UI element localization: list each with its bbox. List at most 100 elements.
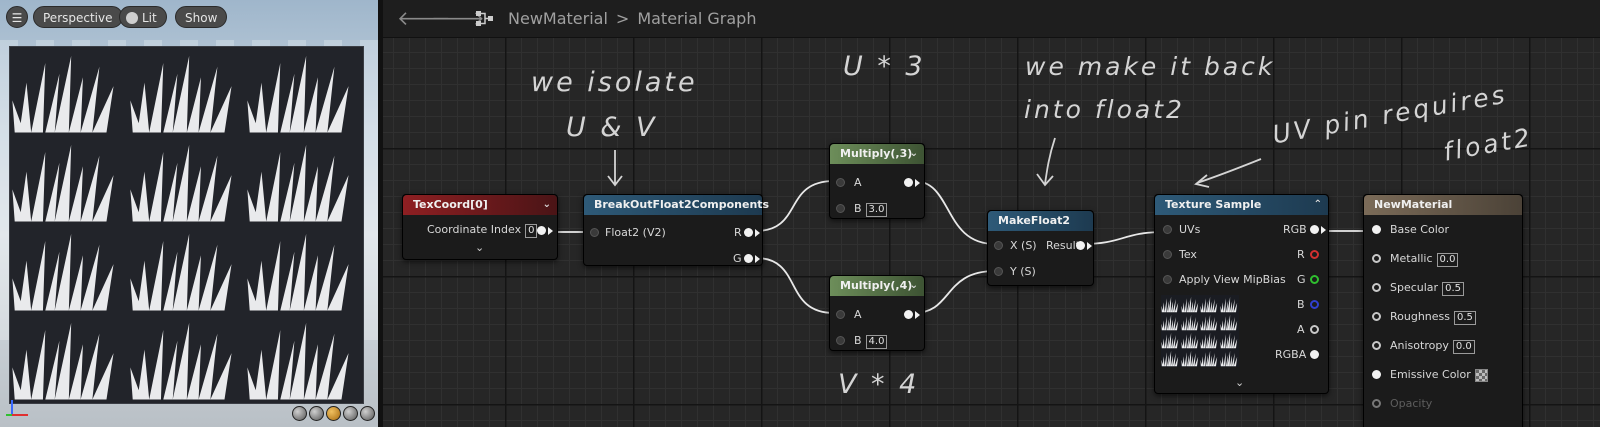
multiply-3-b-value[interactable]: 3.0 — [865, 203, 888, 217]
g-output-pin[interactable] — [1310, 275, 1319, 284]
multiply-4-b-value[interactable]: 4.0 — [865, 335, 888, 349]
texcoord-output-pin[interactable] — [537, 226, 546, 235]
chevron-up-icon[interactable]: ⌃ — [1314, 195, 1322, 215]
base-color-pin[interactable] — [1372, 225, 1381, 234]
wire-makefloat-uvs — [1082, 231, 1165, 245]
r-output-pin[interactable] — [1310, 250, 1319, 259]
b-output-pin[interactable] — [1310, 300, 1319, 309]
multiply-4-output-pin[interactable] — [904, 310, 913, 319]
g-output-pin[interactable] — [744, 254, 753, 263]
thumbnail-tile — [1200, 313, 1220, 331]
base-color-label: Base Color — [1390, 223, 1450, 236]
r-output-pin[interactable] — [744, 228, 753, 237]
chevron-down-icon[interactable]: ⌄ — [910, 276, 918, 296]
multiply-3-node[interactable]: Multiply(,3) ⌄ A B 3.0 — [829, 143, 925, 219]
texcoord-node-title: TexCoord[0] — [413, 198, 488, 211]
collapse-chevron-icon[interactable]: ⌄ — [1235, 376, 1244, 389]
multiply-3-a-pin[interactable] — [836, 178, 845, 187]
specular-pin[interactable] — [1372, 283, 1381, 292]
multiply-3-node-header[interactable]: Multiply(,3) ⌄ — [830, 144, 924, 164]
thumbnail-tile — [1180, 331, 1201, 349]
texcoord-node-header[interactable]: TexCoord[0] ⌄ — [403, 195, 557, 215]
texcoord-node[interactable]: TexCoord[0] ⌄ Coordinate Index 0 ⌄ — [402, 194, 558, 260]
uvs-input-pin[interactable] — [1163, 225, 1172, 234]
emissive-color-swatch[interactable] — [1474, 368, 1488, 382]
thumbnail-tile — [1200, 331, 1220, 349]
makefloat2-node-header[interactable]: MakeFloat2 — [988, 211, 1093, 231]
rgb-output-pin[interactable] — [1310, 225, 1319, 234]
multiply-3-b-pin[interactable] — [836, 204, 845, 213]
wire-mul3-makefloat-x — [913, 180, 996, 245]
a-output-pin[interactable] — [1310, 325, 1319, 334]
thumbnail-tile — [1180, 349, 1201, 367]
mip-bias-label: Apply View MipBias — [1179, 273, 1286, 286]
makefloat2-node[interactable]: MakeFloat2 X (S) Result Y (S) — [987, 210, 1094, 286]
chevron-down-icon[interactable]: ⌄ — [910, 144, 918, 164]
tex-input-pin[interactable] — [1163, 250, 1172, 259]
sphere-mesh-icon[interactable] — [309, 406, 324, 421]
wire-mul4-makefloat-y — [913, 270, 996, 314]
material-graph-canvas[interactable]: 🡐 🡒 NewMaterial > Material Graph we isolat… — [378, 0, 1600, 427]
metallic-value[interactable]: 0.0 — [1436, 253, 1459, 267]
anisotropy-pin[interactable] — [1372, 341, 1381, 350]
thumbnail-tile — [1200, 295, 1220, 313]
specular-value[interactable]: 0.5 — [1442, 282, 1464, 296]
annotation-isolate-line2: U & V — [566, 112, 658, 143]
thumbnail-tile — [1161, 349, 1181, 367]
grass-tile — [10, 314, 128, 403]
coordinate-index-value[interactable]: 0 — [525, 224, 538, 238]
chevron-down-icon[interactable]: ⌄ — [543, 195, 551, 215]
multiply-3-output-pin[interactable] — [904, 178, 913, 187]
makefloat2-node-title: MakeFloat2 — [998, 214, 1071, 227]
annotation-uv-pin-line2: float2 — [1441, 122, 1535, 167]
result-output-pin[interactable] — [1076, 241, 1085, 250]
lit-icon — [126, 12, 138, 24]
texture-thumbnail[interactable] — [1161, 295, 1239, 367]
teapot-mesh-icon[interactable] — [360, 406, 375, 421]
thumbnail-tile — [1200, 349, 1220, 367]
multiply-4-node-header[interactable]: Multiply(,4) ⌄ — [830, 276, 924, 296]
viewport-menu-button[interactable]: ☰ — [6, 6, 28, 28]
thumbnail-tile — [1161, 331, 1181, 349]
specular-row: Specular 0.5 — [1390, 281, 1464, 296]
anisotropy-value[interactable]: 0.0 — [1452, 340, 1475, 354]
y-input-pin[interactable] — [994, 267, 1003, 276]
rgba-output-pin[interactable] — [1310, 350, 1319, 359]
cube-mesh-icon[interactable] — [343, 406, 358, 421]
pin-arrow-icon — [548, 227, 553, 235]
metallic-row: Metallic 0.0 — [1390, 252, 1459, 267]
texture-sample-node[interactable]: Texture Sample ⌃ UVs Tex Apply View MipB… — [1154, 194, 1329, 394]
texture-sample-node-header[interactable]: Texture Sample ⌃ — [1155, 195, 1328, 215]
preview-viewport[interactable]: ☰ Perspective Lit Show — [0, 0, 383, 427]
preview-plane — [9, 46, 364, 404]
expand-chevron-icon[interactable]: ⌄ — [475, 241, 484, 254]
grass-tile — [128, 225, 246, 314]
metallic-pin[interactable] — [1372, 254, 1381, 263]
grass-tile — [128, 314, 246, 403]
perspective-button[interactable]: Perspective — [33, 6, 123, 28]
breakout-float2-node[interactable]: BreakOutFloat2Components Float2 (V2) R G — [583, 194, 769, 266]
multiply-4-node[interactable]: Multiply(,4) ⌄ A B 4.0 — [829, 275, 925, 351]
breakout-node-header[interactable]: BreakOutFloat2Components — [584, 195, 769, 215]
uvs-input-label: UVs — [1179, 223, 1201, 236]
mip-bias-input-pin[interactable] — [1163, 275, 1172, 284]
grass-tile — [245, 225, 363, 314]
y-input-label: Y (S) — [1010, 265, 1036, 278]
material-output-node[interactable]: NewMaterial Base Color Metallic 0.0 Specu… — [1363, 194, 1523, 427]
emissive-color-pin[interactable] — [1372, 370, 1381, 379]
roughness-pin[interactable] — [1372, 312, 1381, 321]
multiply-4-a-pin[interactable] — [836, 310, 845, 319]
float2-input-pin[interactable] — [590, 228, 599, 237]
preview-mesh-selector[interactable] — [292, 406, 375, 421]
cylinder-mesh-icon[interactable] — [292, 406, 307, 421]
show-button[interactable]: Show — [175, 6, 228, 28]
opacity-pin[interactable] — [1372, 399, 1381, 408]
plane-mesh-icon[interactable] — [326, 406, 341, 421]
x-input-pin[interactable] — [994, 241, 1003, 250]
material-node-header[interactable]: NewMaterial — [1364, 195, 1522, 215]
grass-tile — [245, 314, 363, 403]
breadcrumb-asset[interactable]: NewMaterial — [508, 9, 608, 28]
lit-button[interactable]: Lit — [119, 6, 167, 28]
multiply-4-b-pin[interactable] — [836, 336, 845, 345]
roughness-value[interactable]: 0.5 — [1454, 311, 1476, 325]
